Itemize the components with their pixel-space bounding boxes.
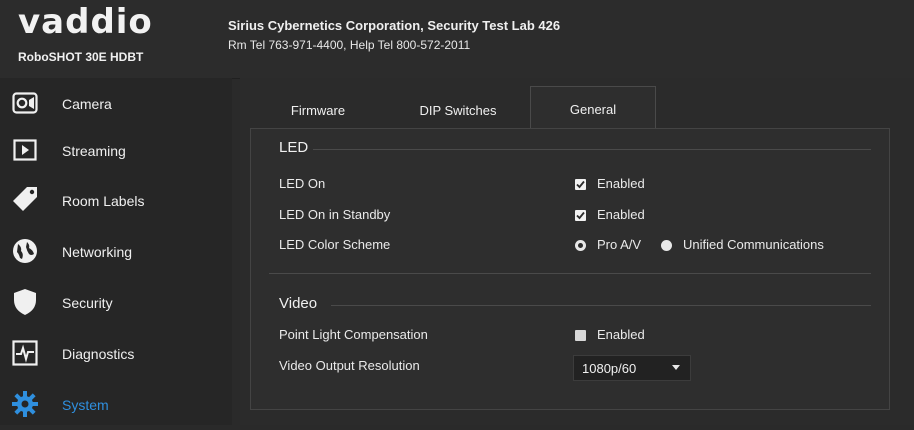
led-section-title: LED bbox=[279, 139, 309, 156]
video-output-resolution-label: Video Output Resolution bbox=[279, 358, 420, 373]
led-standby-checkbox-label: Enabled bbox=[597, 207, 645, 222]
organization-name: Sirius Cybernetics Corporation, Security… bbox=[228, 18, 561, 33]
sidebar-item-diagnostics[interactable]: Diagnostics bbox=[0, 328, 232, 379]
sidebar-item-networking[interactable]: Networking bbox=[0, 226, 232, 277]
tab-firmware[interactable]: Firmware bbox=[268, 92, 368, 128]
sidebar-item-camera[interactable]: Camera bbox=[0, 78, 232, 129]
sidebar-item-label: Camera bbox=[62, 95, 112, 112]
led-on-label: LED On bbox=[279, 176, 326, 191]
phone-numbers: Rm Tel 763-971-4400, Help Tel 800-572-20… bbox=[228, 38, 471, 52]
led-on-checkbox[interactable] bbox=[575, 179, 586, 190]
sidebar-item-room-labels[interactable]: Room Labels bbox=[0, 175, 232, 226]
sidebar: Camera Streaming Room Labels Networking … bbox=[0, 78, 232, 425]
section-divider bbox=[313, 149, 871, 150]
section-divider bbox=[331, 305, 871, 306]
unified-communications-radio[interactable] bbox=[661, 240, 672, 251]
pulse-icon bbox=[11, 339, 39, 367]
point-light-compensation-label: Point Light Compensation bbox=[279, 327, 428, 342]
resolution-value: 1080p/60 bbox=[582, 360, 637, 376]
sidebar-item-label: Diagnostics bbox=[62, 345, 135, 362]
vaddio-logo: vaddio RoboSHOT 30E HDBT bbox=[12, 2, 202, 70]
video-section-title: Video bbox=[279, 295, 318, 312]
pro-av-radio[interactable] bbox=[575, 240, 586, 251]
tag-icon bbox=[11, 185, 39, 213]
sidebar-item-security[interactable]: Security bbox=[0, 277, 232, 328]
led-on-checkbox-label: Enabled bbox=[597, 176, 645, 191]
sidebar-item-streaming[interactable]: Streaming bbox=[0, 125, 232, 176]
sidebar-item-label: Security bbox=[62, 294, 113, 311]
sidebar-item-label: Room Labels bbox=[62, 192, 145, 209]
camera-icon bbox=[11, 89, 39, 117]
point-light-compensation-checkbox[interactable] bbox=[575, 330, 586, 341]
main-content: Firmware DIP Switches General LED LED On… bbox=[240, 78, 914, 425]
tab-dip-switches[interactable]: DIP Switches bbox=[398, 92, 518, 128]
shield-icon bbox=[11, 288, 39, 316]
sidebar-item-label: Networking bbox=[62, 243, 133, 260]
chevron-down-icon bbox=[672, 365, 680, 370]
sidebar-item-system[interactable]: System bbox=[0, 379, 232, 430]
play-icon bbox=[11, 136, 39, 164]
led-standby-label: LED On in Standby bbox=[279, 207, 391, 222]
globe-icon bbox=[11, 237, 39, 265]
unified-communications-radio-label: Unified Communications bbox=[683, 237, 824, 252]
led-standby-checkbox[interactable] bbox=[575, 210, 586, 221]
app-header: vaddio RoboSHOT 30E HDBT Sirius Cybernet… bbox=[0, 0, 914, 79]
logo-wordmark: vaddio bbox=[18, 2, 153, 42]
section-divider bbox=[269, 273, 871, 274]
device-model: RoboSHOT 30E HDBT bbox=[18, 50, 144, 64]
video-output-resolution-select[interactable]: 1080p/60 bbox=[573, 355, 691, 381]
general-settings-panel: LED LED On Enabled LED On in Standby Ena… bbox=[250, 128, 890, 410]
point-light-compensation-checkbox-label: Enabled bbox=[597, 327, 645, 342]
sidebar-item-label: Streaming bbox=[62, 142, 126, 159]
gear-icon bbox=[11, 390, 39, 418]
sidebar-item-label: System bbox=[62, 396, 109, 413]
pro-av-radio-label: Pro A/V bbox=[597, 237, 642, 252]
tab-bar: Firmware DIP Switches General bbox=[248, 86, 898, 131]
tab-general[interactable]: General bbox=[530, 86, 656, 131]
led-color-scheme-label: LED Color Scheme bbox=[279, 237, 391, 252]
